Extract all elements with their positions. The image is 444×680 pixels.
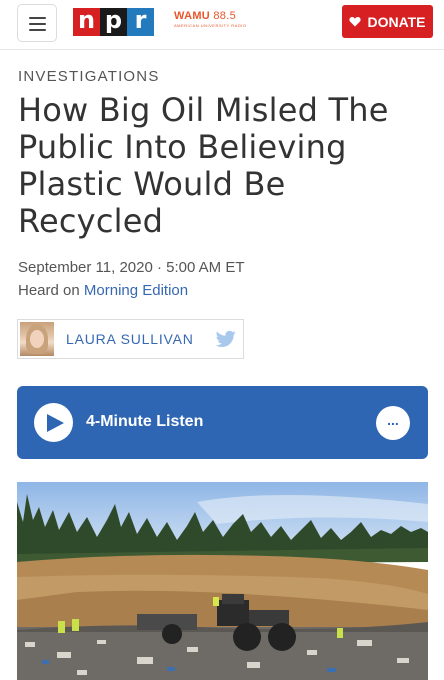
heard-on: Heard on Morning Edition bbox=[18, 282, 188, 299]
twitter-icon[interactable] bbox=[216, 330, 236, 348]
npr-logo[interactable]: n p r bbox=[73, 8, 154, 36]
article-dateline: September 11, 2020 · 5:00 AM ET bbox=[18, 259, 245, 276]
hamburger-menu-icon bbox=[29, 23, 46, 25]
more-options-button[interactable]: ... bbox=[376, 406, 410, 440]
section-label[interactable]: INVESTIGATIONS bbox=[18, 68, 160, 85]
heard-on-prefix: Heard on bbox=[18, 282, 80, 299]
station-frequency: 88.5 bbox=[213, 10, 236, 22]
donate-label: DONATE bbox=[367, 13, 426, 30]
npr-logo-letter: p bbox=[100, 8, 127, 36]
more-options-icon: ... bbox=[387, 412, 399, 428]
author-byline: LAURA SULLIVAN bbox=[17, 319, 244, 359]
audio-player: 4-Minute Listen ... bbox=[17, 386, 428, 459]
npr-logo-letter: r bbox=[127, 8, 154, 36]
hero-image bbox=[17, 482, 428, 680]
program-link[interactable]: Morning Edition bbox=[84, 282, 188, 299]
menu-button[interactable] bbox=[17, 4, 57, 42]
play-icon bbox=[47, 414, 64, 432]
station-logo[interactable]: WAMU 88.5 AMERICAN UNIVERSITY RADIO bbox=[174, 10, 246, 28]
site-header: n p r WAMU 88.5 AMERICAN UNIVERSITY RADI… bbox=[0, 0, 444, 50]
heart-icon bbox=[349, 16, 362, 27]
npr-logo-letter: n bbox=[73, 8, 100, 36]
author-name[interactable]: LAURA SULLIVAN bbox=[66, 331, 194, 347]
listen-duration-label[interactable]: 4-Minute Listen bbox=[86, 413, 203, 431]
donate-button[interactable]: DONATE bbox=[342, 5, 433, 38]
article-headline: How Big Oil Misled The Public Into Belie… bbox=[18, 91, 389, 240]
hamburger-menu-icon bbox=[29, 29, 46, 31]
station-name: WAMU bbox=[174, 10, 211, 22]
hamburger-menu-icon bbox=[29, 17, 46, 19]
landfill-photo bbox=[17, 482, 428, 680]
play-button[interactable] bbox=[34, 403, 73, 442]
author-avatar[interactable] bbox=[20, 322, 54, 356]
station-tagline: AMERICAN UNIVERSITY RADIO bbox=[174, 23, 247, 28]
